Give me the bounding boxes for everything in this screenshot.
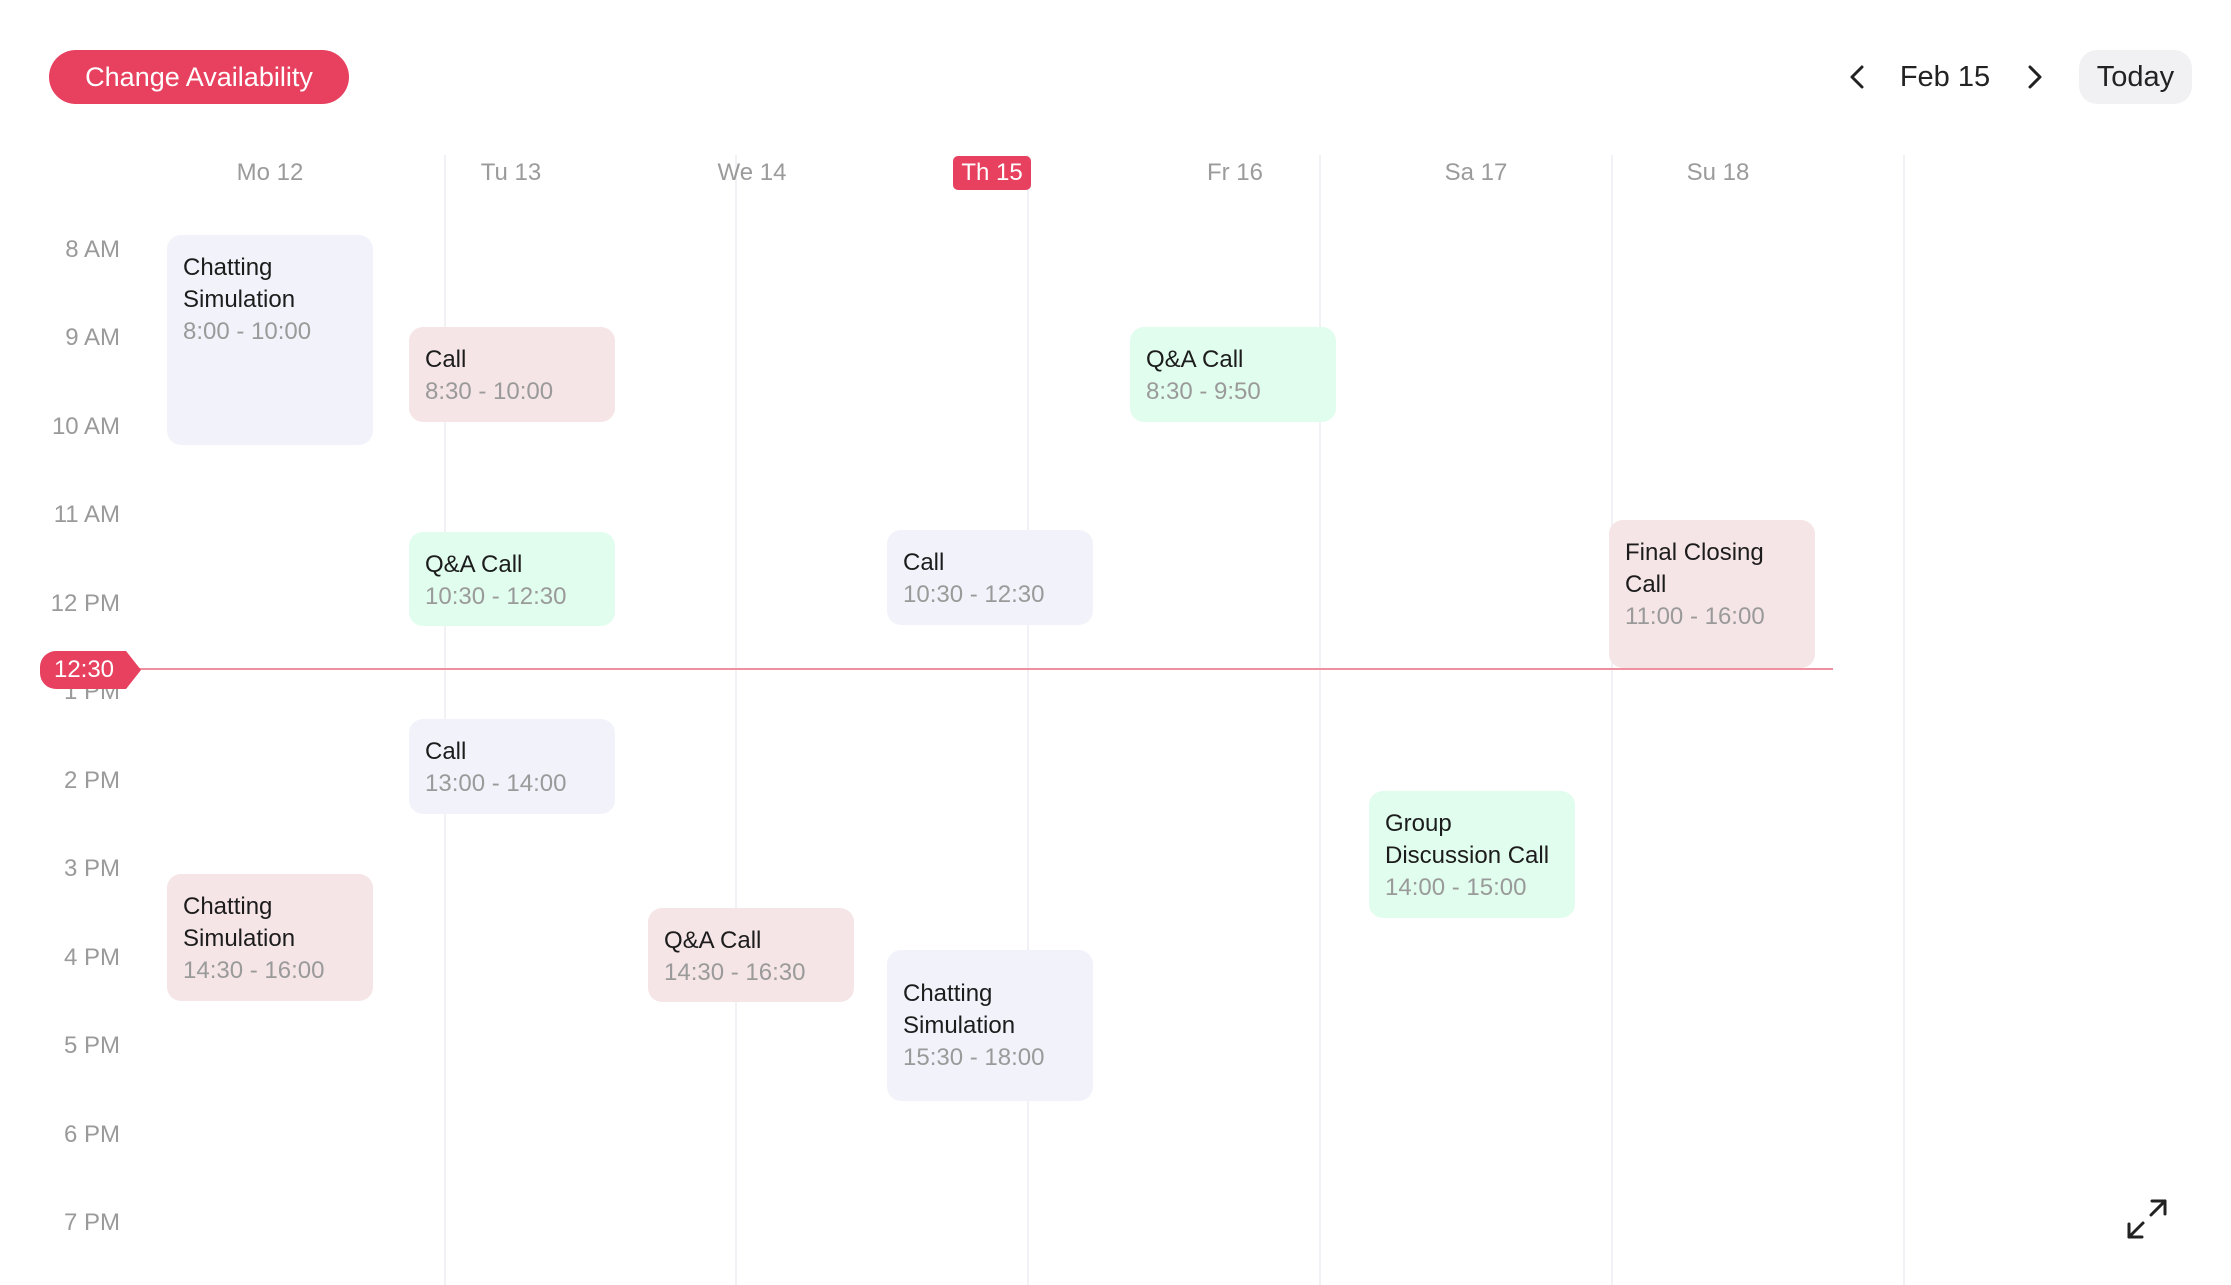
current-date-label: Feb 15 (1899, 60, 1991, 93)
chevron-left-icon (1850, 65, 1864, 89)
hour-label: 11 AM (53, 501, 120, 528)
current-time-text: 12:30 (53, 656, 115, 683)
event-time: 14:30 - 16:30 (664, 959, 806, 986)
today-day-badge: Th 15 (953, 156, 1031, 190)
hour-label: 9 AM (65, 324, 120, 351)
expand-icon (2127, 1199, 2167, 1239)
event-card[interactable]: Chatting Simulation 8:00 - 10:00 (167, 235, 373, 445)
hour-label: 8 AM (65, 236, 120, 263)
day-header-mo[interactable]: Mo 12 (210, 155, 330, 191)
event-time: 13:00 - 14:00 (425, 770, 567, 797)
day-header-fr[interactable]: Fr 16 (1175, 155, 1295, 191)
hour-label: 6 PM (63, 1121, 120, 1148)
event-time: 8:00 - 10:00 (183, 318, 312, 345)
event-title: Call (425, 346, 467, 373)
event-time: 8:30 - 10:00 (425, 378, 554, 405)
event-time: 8:30 - 9:50 (1146, 378, 1261, 405)
change-availability-button[interactable]: Change Availability (49, 50, 349, 104)
day-label: Tu 13 (480, 159, 542, 186)
day-label: Su 18 (1686, 159, 1750, 186)
day-header-we[interactable]: We 14 (692, 155, 812, 191)
day-header-su[interactable]: Su 18 (1658, 155, 1778, 191)
event-title: Call (903, 549, 945, 576)
event-card[interactable]: Chatting Simulation 15:30 - 18:00 (887, 950, 1093, 1101)
event-title: Final Closing Call (1625, 539, 1764, 598)
event-title: Chatting Simulation (183, 254, 296, 313)
hour-label: 10 AM (51, 413, 120, 440)
chevron-right-icon (2028, 65, 2042, 89)
hour-label: 5 PM (63, 1032, 120, 1059)
current-time-badge: 12:30 (40, 651, 142, 689)
hour-label: 3 PM (63, 855, 120, 882)
event-title: Q&A Call (664, 927, 762, 954)
event-time: 10:30 - 12:30 (425, 583, 567, 610)
day-label: Mo 12 (236, 159, 304, 186)
event-title: Chatting Simulation (903, 980, 1016, 1039)
today-button[interactable]: Today (2079, 50, 2192, 104)
event-title: Q&A Call (425, 551, 523, 578)
event-time: 11:00 - 16:00 (1625, 603, 1765, 630)
day-label: Sa 17 (1444, 159, 1508, 186)
event-title: Call (425, 738, 467, 765)
next-week-button[interactable] (2016, 58, 2052, 96)
column-divider (1027, 155, 1029, 1285)
day-label: Fr 16 (1206, 159, 1263, 186)
event-card[interactable]: Chatting Simulation 14:30 - 16:00 (167, 874, 373, 1001)
event-card[interactable]: Group Discussion Call 14:00 - 15:00 (1369, 791, 1575, 918)
event-time: 14:00 - 15:00 (1385, 874, 1527, 901)
day-header-th-today[interactable]: Th 15 (932, 155, 1052, 191)
event-card[interactable]: Call 8:30 - 10:00 (409, 327, 615, 422)
event-time: 10:30 - 12:30 (903, 581, 1045, 608)
column-divider (1319, 155, 1321, 1285)
event-card[interactable]: Q&A Call 10:30 - 12:30 (409, 532, 615, 626)
day-label: We 14 (717, 159, 787, 186)
event-title: Chatting Simulation (183, 893, 296, 952)
column-divider (1611, 155, 1613, 1285)
event-title: Q&A Call (1146, 346, 1244, 373)
day-header-sa[interactable]: Sa 17 (1416, 155, 1536, 191)
event-card[interactable]: Call 13:00 - 14:00 (409, 719, 615, 814)
event-time: 15:30 - 18:00 (903, 1044, 1045, 1071)
event-card[interactable]: Final Closing Call 11:00 - 16:00 (1609, 520, 1815, 668)
event-card[interactable]: Q&A Call 14:30 - 16:30 (648, 908, 854, 1002)
event-title: Group Discussion Call (1385, 810, 1550, 869)
expand-button[interactable] (2122, 1194, 2172, 1244)
hour-label: 12 PM (50, 590, 120, 617)
hour-label: 7 PM (63, 1209, 120, 1236)
day-header-tu[interactable]: Tu 13 (451, 155, 571, 191)
previous-week-button[interactable] (1840, 58, 1876, 96)
column-divider (735, 155, 737, 1285)
hour-label: 4 PM (63, 944, 120, 971)
current-time-line (130, 668, 1833, 670)
column-divider (1903, 155, 1905, 1285)
event-card[interactable]: Call 10:30 - 12:30 (887, 530, 1093, 625)
event-time: 14:30 - 16:00 (183, 957, 325, 984)
event-card[interactable]: Q&A Call 8:30 - 9:50 (1130, 327, 1336, 422)
hour-label: 2 PM (63, 767, 120, 794)
